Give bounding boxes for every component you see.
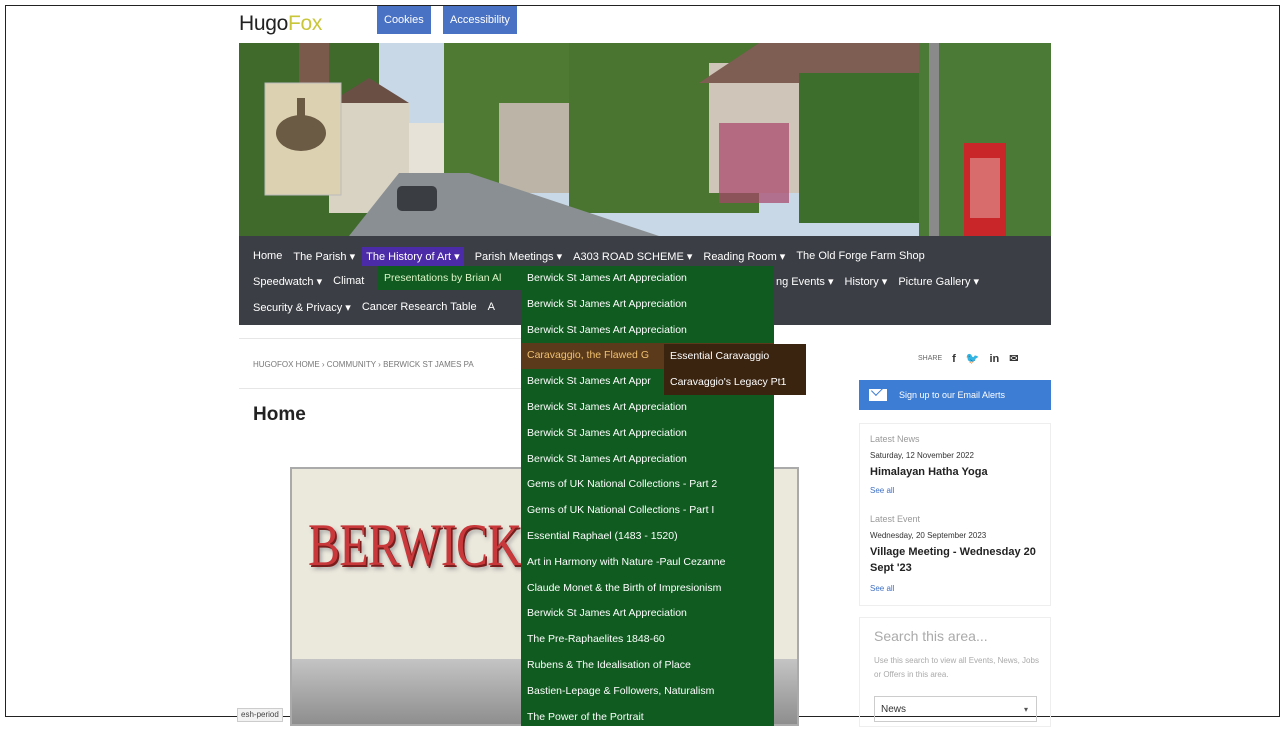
search-area-panel: Search this area... Use this search to v… [859, 617, 1051, 727]
search-area-title: Search this area... [874, 628, 988, 644]
nav-picture-gallery[interactable]: Picture Gallery ▾ [898, 275, 979, 288]
event-headline[interactable]: Village Meeting - Wednesday 20 Sept '23 [870, 544, 1045, 576]
logo-text-hugo: Hugo [239, 12, 289, 35]
dropdown-item[interactable]: Berwick St James Art Appreciation [521, 266, 774, 292]
cookies-button[interactable]: Cookies [377, 6, 431, 34]
dropdown-item[interactable]: Berwick St James Art Appreciation [521, 421, 774, 447]
dropdown-item[interactable]: Gems of UK National Collections - Part 2 [521, 472, 774, 498]
chevron-down-icon: ▾ [1023, 705, 1028, 714]
banner-scene [239, 43, 1051, 236]
nav-truncated-item[interactable]: A [488, 301, 495, 313]
dropdown-item[interactable]: Berwick St James Art Appreciation [521, 292, 774, 318]
nav-old-forge-farm-shop[interactable]: The Old Forge Farm Shop [796, 250, 924, 262]
search-type-select[interactable]: News ▾ [874, 696, 1037, 722]
latest-event-label: Latest Event [870, 514, 921, 524]
news-date: Saturday, 12 November 2022 [870, 451, 974, 460]
dropdown-item[interactable]: Berwick St James Art Appreciation [521, 601, 774, 627]
logo-text-fox: Fox [288, 12, 323, 35]
nav-history[interactable]: History ▾ [845, 275, 888, 288]
latest-news-label: Latest News [870, 434, 920, 444]
facebook-icon[interactable]: f [952, 353, 956, 365]
dropdown-item[interactable]: Gems of UK National Collections - Part I [521, 498, 774, 524]
linkedin-icon[interactable]: in [990, 353, 1000, 365]
dropdown-item[interactable]: Essential Raphael (1483 - 1520) [521, 524, 774, 550]
dropdown-item[interactable]: The Pre-Raphaelites 1848-60 [521, 627, 774, 653]
nav-home[interactable]: Home [253, 250, 282, 262]
dropdown-item[interactable]: The Power of the Portrait [521, 705, 774, 730]
dropdown-item[interactable]: Art in Harmony with Nature -Paul Cezanne [521, 550, 774, 576]
menu-presentations-by-brian[interactable]: Presentations by Brian Al [378, 266, 521, 290]
email-alerts-button[interactable]: Sign up to our Email Alerts [859, 380, 1051, 410]
nav-climate[interactable]: Climat [333, 275, 364, 287]
submenu-caravaggio-legacy[interactable]: Caravaggio's Legacy Pt1 [664, 370, 806, 396]
dropdown-item[interactable]: Rubens & The Idealisation of Place [521, 653, 774, 679]
search-type-value: News [881, 704, 907, 715]
nav-reading-room[interactable]: Reading Room ▾ [703, 250, 785, 263]
nav-the-parish[interactable]: The Parish ▾ [293, 250, 355, 263]
nav-parish-meetings[interactable]: Parish Meetings ▾ [475, 250, 562, 263]
poster-title-text: BERWICK [308, 512, 522, 578]
hugofox-logo[interactable]: HugoFox [239, 12, 322, 36]
nav-security-privacy[interactable]: Security & Privacy ▾ [253, 301, 351, 314]
share-bar: SHARE f 🐦 in ✉ [918, 352, 1019, 366]
divider [239, 388, 521, 389]
search-area-description: Use this search to view all Events, News… [874, 656, 1039, 679]
nav-cancer-research-table[interactable]: Cancer Research Table [362, 301, 477, 313]
dropdown-item[interactable]: Berwick St James Art Appreciation [521, 447, 774, 473]
twitter-icon[interactable]: 🐦 [966, 352, 980, 365]
history-of-art-dropdown: Berwick St James Art Appreciation Berwic… [521, 266, 774, 726]
dropdown-item[interactable]: Berwick St James Art Appreciation [521, 395, 774, 421]
dropdown-item[interactable]: Bastien-Lepage & Followers, Naturalism [521, 679, 774, 705]
event-see-all-link[interactable]: See all [870, 584, 894, 593]
caravaggio-submenu: Essential Caravaggio Caravaggio's Legacy… [664, 344, 806, 395]
status-bar: esh-period [237, 708, 283, 722]
nav-history-of-art[interactable]: The History of Art ▾ [362, 246, 464, 266]
nav-a303-road-scheme[interactable]: A303 ROAD SCHEME ▾ [573, 250, 692, 263]
submenu-essential-caravaggio[interactable]: Essential Caravaggio [664, 344, 806, 370]
event-date: Wednesday, 20 September 2023 [870, 531, 987, 540]
envelope-icon [869, 389, 887, 401]
nav-speedwatch[interactable]: Speedwatch ▾ [253, 275, 322, 288]
accessibility-button[interactable]: Accessibility [443, 6, 517, 34]
email-share-icon[interactable]: ✉ [1009, 352, 1018, 365]
news-see-all-link[interactable]: See all [870, 486, 894, 495]
share-label: SHARE [918, 355, 943, 362]
news-headline[interactable]: Himalayan Hatha Yoga [870, 464, 1045, 480]
breadcrumb[interactable]: HUGOFOX HOME › COMMUNITY › BERWICK ST JA… [253, 360, 521, 369]
page-title: Home [253, 404, 306, 425]
dropdown-item[interactable]: Berwick St James Art Appreciation [521, 318, 774, 344]
latest-news-panel: Latest News Saturday, 12 November 2022 H… [859, 423, 1051, 606]
village-banner-image [239, 43, 1051, 236]
email-alerts-label: Sign up to our Email Alerts [899, 390, 1006, 400]
dropdown-item[interactable]: Claude Monet & the Birth of Impresionism [521, 576, 774, 602]
divider [239, 338, 521, 339]
nav-events[interactable]: ng Events ▾ [776, 275, 834, 288]
